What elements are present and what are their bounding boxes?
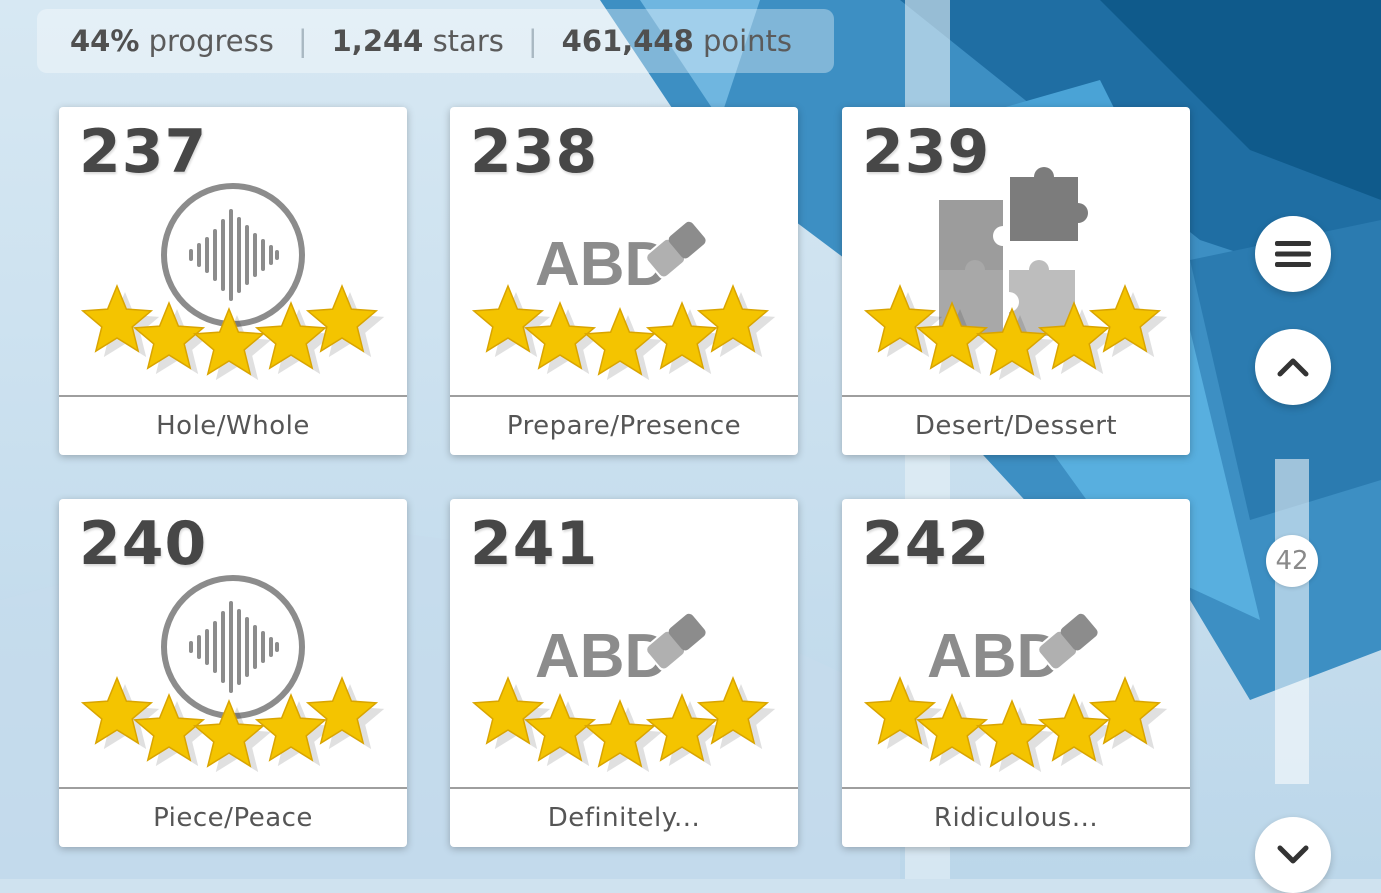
stats-bar: 44% progress | 1,244 stars | 461,448 poi… — [37, 9, 834, 73]
points-label: points — [702, 24, 793, 58]
stars-value: 1,244 — [331, 24, 424, 58]
chevron-up-icon — [1277, 358, 1309, 377]
level-art: ABD — [471, 219, 776, 381]
eraser-abc-icon: ABD — [535, 611, 708, 691]
level-card-242[interactable]: 242 ABD Ridiculous... — [842, 499, 1190, 847]
level-title: Hole/Whole — [59, 395, 407, 455]
level-title: Definitely... — [450, 787, 798, 847]
scrollbar-thumb[interactable]: 42 — [1266, 535, 1318, 587]
level-card-241[interactable]: 241 ABD Definitely... — [450, 499, 798, 847]
separator: | — [297, 24, 308, 58]
star-rating — [863, 676, 1168, 773]
level-title: Prepare/Presence — [450, 395, 798, 455]
eraser-abc-icon: ABD — [927, 611, 1100, 691]
level-card-238[interactable]: 238 ABD Prepare/Presence — [450, 107, 798, 455]
star-rating — [471, 676, 776, 773]
level-art — [80, 575, 385, 773]
menu-button[interactable] — [1255, 216, 1331, 292]
level-card-237[interactable]: 237 Hole/Whole — [59, 107, 407, 455]
puzzle-icon — [939, 167, 1089, 336]
level-card-239[interactable]: 239 Desert/Dessert — [842, 107, 1190, 455]
sound-wave-icon — [161, 575, 305, 719]
scrollbar-track[interactable] — [1275, 459, 1309, 784]
level-title: Desert/Dessert — [842, 395, 1190, 455]
stars-label: stars — [432, 24, 504, 58]
star-rating — [863, 284, 1168, 381]
level-art — [80, 183, 385, 381]
level-art: ABD — [471, 611, 776, 773]
level-art — [863, 167, 1168, 381]
progress-value: 44% — [70, 24, 140, 58]
level-art: ABD — [863, 611, 1168, 773]
level-card-240[interactable]: 240 Piece/Peace — [59, 499, 407, 847]
star-rating — [80, 676, 385, 773]
level-title: Ridiculous... — [842, 787, 1190, 847]
hamburger-menu-icon — [1275, 241, 1311, 267]
points-value: 461,448 — [561, 24, 694, 58]
progress-label: progress — [148, 24, 274, 58]
star-rating — [80, 284, 385, 381]
separator: | — [527, 24, 538, 58]
level-title: Piece/Peace — [59, 787, 407, 847]
eraser-abc-icon: ABD — [535, 219, 708, 299]
star-rating — [471, 284, 776, 381]
sound-wave-icon — [161, 183, 305, 327]
scroll-down-button[interactable] — [1255, 817, 1331, 893]
chevron-down-icon — [1277, 845, 1309, 864]
scroll-up-button[interactable] — [1255, 329, 1331, 405]
